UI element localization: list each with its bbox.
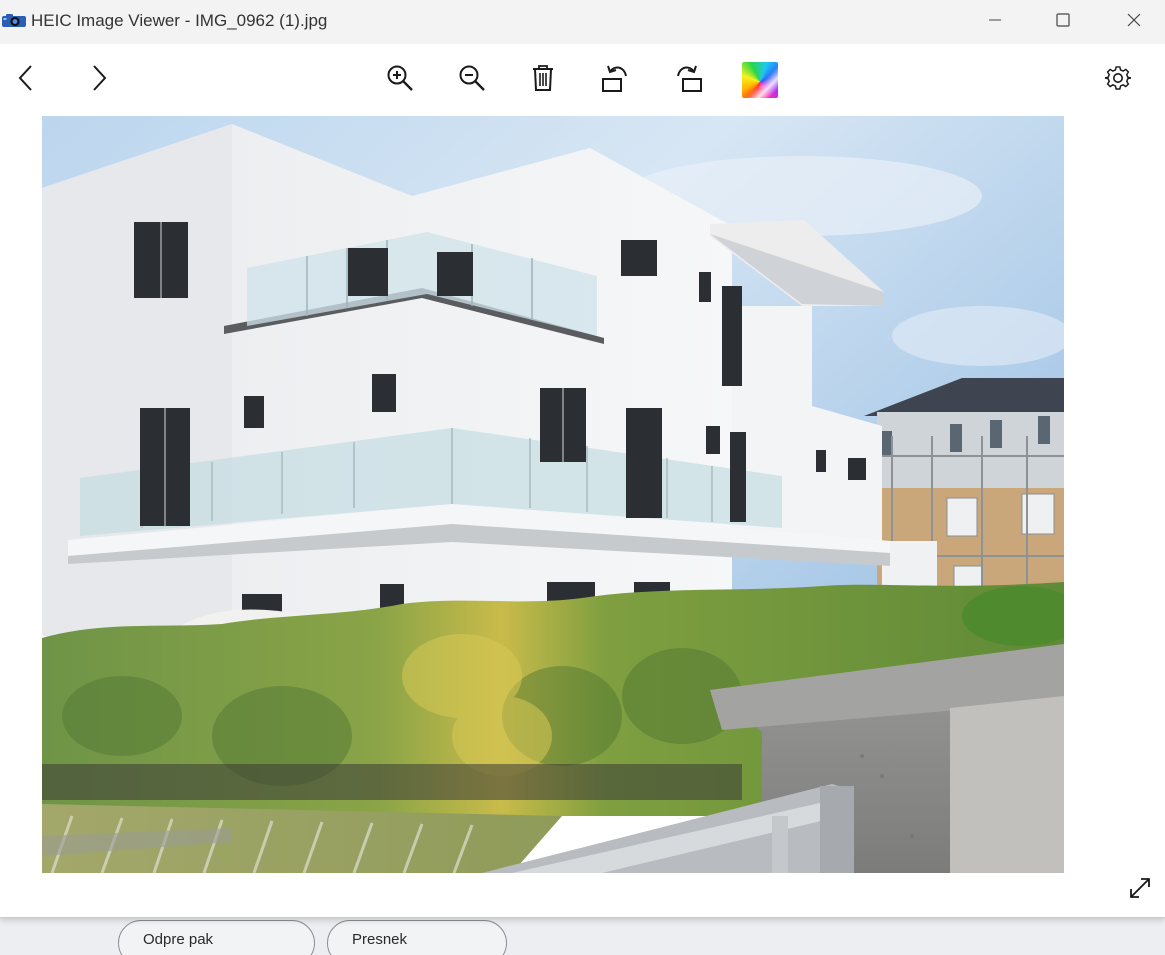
zoom-out-button[interactable]	[452, 60, 492, 100]
zoom-in-icon	[385, 63, 415, 98]
next-image-button[interactable]	[78, 60, 118, 100]
previous-image-button[interactable]	[7, 60, 47, 100]
minimize-icon	[987, 12, 1003, 33]
viewer-window: HEIC Image Viewer - IMG_0962 (1).jpg	[0, 0, 1165, 918]
fullscreen-button[interactable]	[1124, 874, 1156, 906]
image-canvas	[42, 116, 1064, 873]
title-bar[interactable]: HEIC Image Viewer - IMG_0962 (1).jpg	[0, 0, 1165, 44]
maximize-icon	[1055, 12, 1071, 33]
delete-button[interactable]	[523, 60, 563, 100]
rotate-right-button[interactable]	[668, 60, 708, 100]
background-chip-1[interactable]: Odpre pak	[118, 920, 315, 955]
close-button[interactable]	[1099, 0, 1165, 44]
displayed-image[interactable]	[42, 116, 1064, 873]
maximize-button[interactable]	[1028, 0, 1098, 44]
rotate-left-icon	[600, 62, 632, 99]
background-chip-1-label: Odpre pak	[143, 931, 214, 948]
color-adjust-button[interactable]	[740, 60, 780, 100]
camera-icon	[2, 14, 26, 28]
chevron-left-icon	[15, 64, 39, 97]
close-icon	[1126, 12, 1142, 33]
background-chip-2-label: Presnek	[352, 931, 408, 948]
background-app: Odpre pak Presnek	[0, 918, 1165, 955]
background-chip-2[interactable]: Presnek	[327, 920, 507, 955]
window-title: HEIC Image Viewer - IMG_0962 (1).jpg	[31, 11, 328, 30]
minimize-button[interactable]	[960, 0, 1030, 44]
settings-button[interactable]	[1098, 60, 1138, 100]
chevron-right-icon	[86, 64, 110, 97]
zoom-out-icon	[457, 63, 487, 98]
trash-icon	[530, 64, 556, 97]
toolbar	[0, 44, 1165, 116]
expand-diagonal-icon	[1127, 875, 1153, 906]
gear-icon	[1104, 64, 1132, 97]
rotate-left-button[interactable]	[596, 60, 636, 100]
rotate-right-icon	[672, 62, 704, 99]
color-palette-icon	[742, 62, 778, 98]
zoom-in-button[interactable]	[380, 60, 420, 100]
